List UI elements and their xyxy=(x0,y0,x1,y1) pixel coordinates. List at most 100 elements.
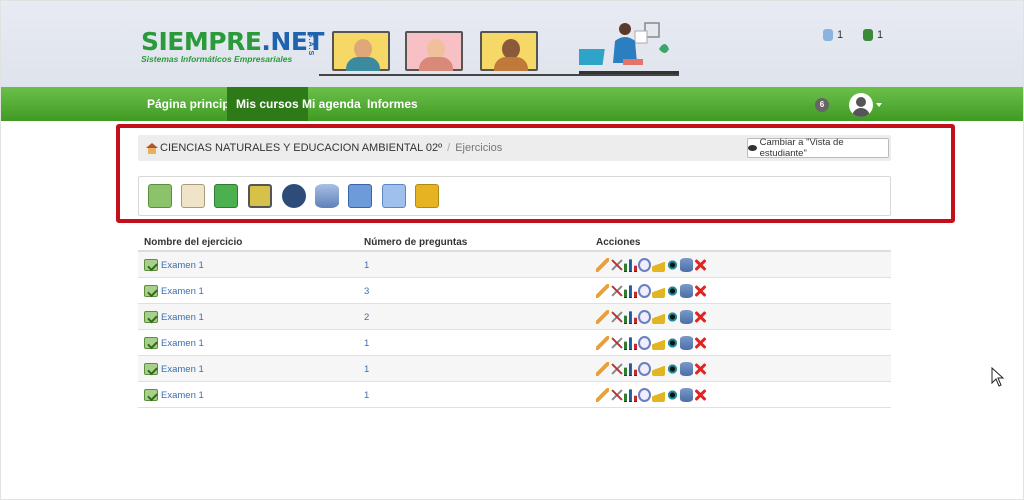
nav-reports[interactable]: Informes xyxy=(358,87,427,121)
teachers-stat[interactable]: 1 xyxy=(863,29,883,41)
results-chart-icon[interactable] xyxy=(624,389,637,402)
table-row: Examen 1 2 xyxy=(138,304,891,330)
export-db-icon[interactable] xyxy=(680,284,693,298)
header-count: Número de preguntas xyxy=(364,237,468,248)
question-count: 1 xyxy=(364,338,370,349)
clock-icon[interactable] xyxy=(638,284,651,298)
tools-icon[interactable] xyxy=(610,258,623,272)
question-count: 1 xyxy=(364,390,370,401)
quiz-icon xyxy=(144,259,158,271)
exercise-link[interactable]: Examen 1 xyxy=(144,311,204,323)
delete-icon[interactable] xyxy=(694,388,707,402)
logo-wordmark: SIEMPRE.NET xyxy=(141,29,324,55)
exercise-link[interactable]: Examen 1 xyxy=(144,389,204,401)
results-chart-icon[interactable] xyxy=(624,311,637,324)
banner-person-card-1 xyxy=(332,31,390,71)
quiz-icon xyxy=(144,285,158,297)
edit-icon[interactable] xyxy=(596,388,609,402)
user-menu-chevron-down-icon[interactable] xyxy=(876,103,882,107)
user-count-icon xyxy=(823,29,833,41)
table-header: Nombre del ejercicio Número de preguntas… xyxy=(138,231,891,252)
export-db-icon[interactable] xyxy=(680,388,693,402)
exercise-name: Examen 1 xyxy=(161,259,204,271)
user-avatar[interactable] xyxy=(849,93,873,117)
row-actions xyxy=(596,310,707,324)
visibility-eye-icon[interactable] xyxy=(666,364,679,374)
results-chart-icon[interactable] xyxy=(624,285,637,298)
clock-icon[interactable] xyxy=(638,258,651,272)
table-row: Examen 1 3 xyxy=(138,278,891,304)
clean-results-icon[interactable] xyxy=(652,258,665,272)
visibility-eye-icon[interactable] xyxy=(666,312,679,322)
edit-icon[interactable] xyxy=(596,310,609,324)
quiz-icon xyxy=(144,337,158,349)
site-logo[interactable]: SIEMPRE.NET S.A.S Sistemas Informáticos … xyxy=(141,29,324,65)
online-users-stat[interactable]: 1 xyxy=(823,29,843,41)
delete-icon[interactable] xyxy=(694,284,707,298)
table-body: Examen 1 1 Examen 1 3 Examen 1 2 Examen … xyxy=(138,252,891,408)
notifications-badge[interactable]: 6 xyxy=(815,98,829,112)
edit-icon[interactable] xyxy=(596,258,609,272)
edit-icon[interactable] xyxy=(596,362,609,376)
table-row: Examen 1 1 xyxy=(138,382,891,408)
clean-results-icon[interactable] xyxy=(652,284,665,298)
export-db-icon[interactable] xyxy=(680,336,693,350)
visibility-eye-icon[interactable] xyxy=(666,338,679,348)
tools-icon[interactable] xyxy=(610,362,623,376)
tools-icon[interactable] xyxy=(610,336,623,350)
export-db-icon[interactable] xyxy=(680,362,693,376)
results-chart-icon[interactable] xyxy=(624,259,637,272)
visibility-eye-icon[interactable] xyxy=(666,390,679,400)
body-shape xyxy=(346,57,380,71)
clean-results-icon[interactable] xyxy=(652,388,665,402)
results-chart-icon[interactable] xyxy=(624,337,637,350)
face-shape xyxy=(427,39,445,59)
delete-icon[interactable] xyxy=(694,310,707,324)
clock-icon[interactable] xyxy=(638,362,651,376)
delete-icon[interactable] xyxy=(694,336,707,350)
exercise-link[interactable]: Examen 1 xyxy=(144,285,204,297)
header-name: Nombre del ejercicio xyxy=(144,237,243,248)
delete-icon[interactable] xyxy=(694,362,707,376)
tools-icon[interactable] xyxy=(610,310,623,324)
tools-icon[interactable] xyxy=(610,388,623,402)
logo-suffix: S.A.S xyxy=(307,33,314,57)
exercise-name: Examen 1 xyxy=(161,389,204,401)
exercises-table: Nombre del ejercicio Número de preguntas… xyxy=(138,231,891,408)
export-db-icon[interactable] xyxy=(680,258,693,272)
edit-icon[interactable] xyxy=(596,284,609,298)
clean-results-icon[interactable] xyxy=(652,362,665,376)
clock-icon[interactable] xyxy=(638,310,651,324)
results-chart-icon[interactable] xyxy=(624,363,637,376)
online-users-value: 1 xyxy=(837,29,844,41)
visibility-eye-icon[interactable] xyxy=(666,286,679,296)
clean-results-icon[interactable] xyxy=(652,310,665,324)
body-shape xyxy=(419,57,453,71)
delete-icon[interactable] xyxy=(694,258,707,272)
mouse-pointer-icon xyxy=(991,367,1005,387)
question-count: 1 xyxy=(364,260,370,271)
clock-icon[interactable] xyxy=(638,336,651,350)
clock-icon[interactable] xyxy=(638,388,651,402)
export-db-icon[interactable] xyxy=(680,310,693,324)
exercise-link[interactable]: Examen 1 xyxy=(144,363,204,375)
quiz-icon xyxy=(144,363,158,375)
visibility-eye-icon[interactable] xyxy=(666,260,679,270)
question-count: 2 xyxy=(364,312,370,323)
row-actions xyxy=(596,388,707,402)
tools-icon[interactable] xyxy=(610,284,623,298)
edit-icon[interactable] xyxy=(596,336,609,350)
table-row: Examen 1 1 xyxy=(138,356,891,382)
clean-results-icon[interactable] xyxy=(652,336,665,350)
header-actions: Acciones xyxy=(596,237,641,248)
banner-person-card-3 xyxy=(480,31,538,71)
exercise-name: Examen 1 xyxy=(161,337,204,349)
exercise-name: Examen 1 xyxy=(161,363,204,375)
row-actions xyxy=(596,362,707,376)
page: SIEMPRE.NET S.A.S Sistemas Informáticos … xyxy=(0,0,1024,500)
question-count: 3 xyxy=(364,286,370,297)
exercise-link[interactable]: Examen 1 xyxy=(144,259,204,271)
header-banner: SIEMPRE.NET S.A.S Sistemas Informáticos … xyxy=(1,1,1023,87)
exercise-link[interactable]: Examen 1 xyxy=(144,337,204,349)
quiz-icon xyxy=(144,389,158,401)
